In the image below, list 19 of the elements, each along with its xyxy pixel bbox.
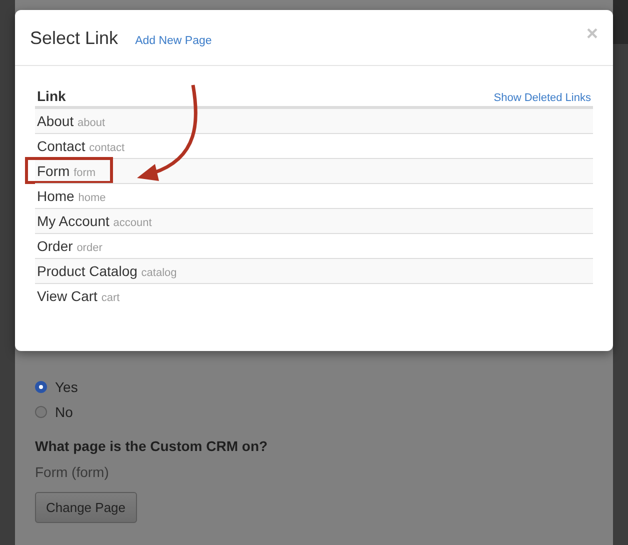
radio-button[interactable] [35, 380, 47, 392]
add-new-page-link[interactable]: Add New Page [135, 35, 212, 47]
radio-button[interactable] [35, 406, 47, 418]
link-item[interactable]: Form form [37, 163, 96, 179]
link-item[interactable]: View Cart cart [37, 288, 120, 304]
question-label: What page is the Custom CRM on? [35, 438, 269, 454]
link-item[interactable]: My Account account [37, 213, 152, 229]
link-item[interactable]: Order order [37, 238, 102, 254]
header-bar [613, 0, 628, 44]
show-deleted-links-link[interactable]: Show Deleted Links [494, 92, 591, 104]
link-item[interactable]: About about [37, 113, 106, 129]
radio-label: Yes [55, 378, 78, 394]
radio-label: No [55, 404, 73, 420]
link-item[interactable]: Home home [37, 188, 106, 204]
current-page-text: Form (form) [35, 464, 110, 480]
link-item[interactable]: Product Catalog catalog [37, 263, 177, 279]
dialog-title: Select Link [30, 28, 118, 49]
link-item[interactable]: Contact contact [37, 138, 125, 154]
column-header: Link [37, 88, 66, 104]
